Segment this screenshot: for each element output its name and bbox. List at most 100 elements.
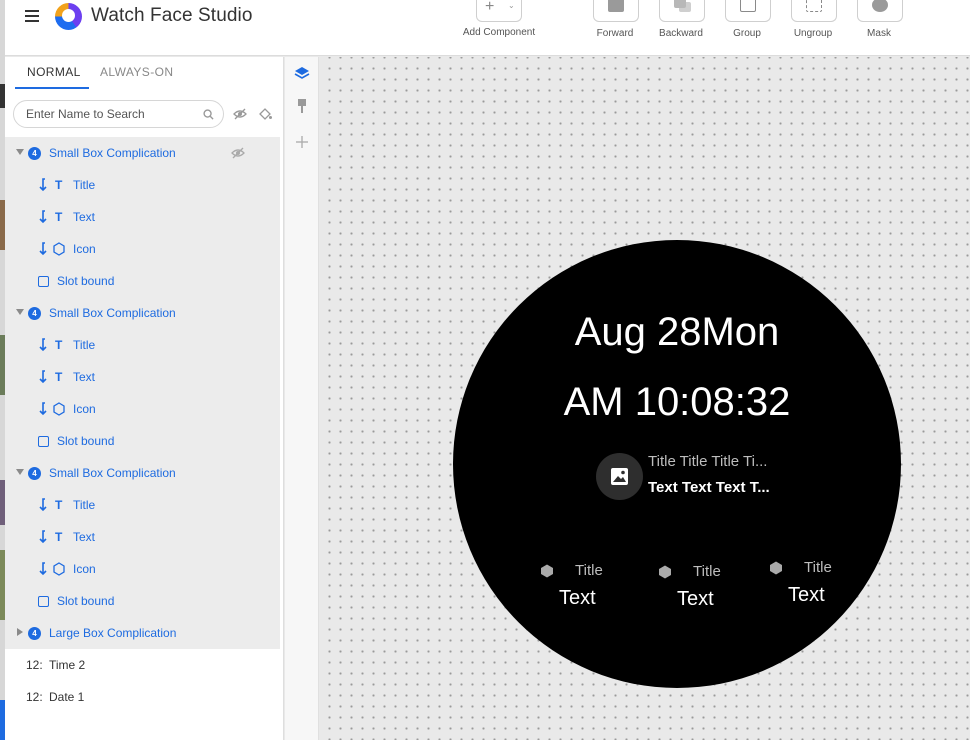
- chevron-down-icon: ⌄: [508, 1, 515, 10]
- layer-label: Date 1: [49, 690, 85, 704]
- linked-arrow-icon: [39, 178, 47, 192]
- tab-normal[interactable]: NORMAL: [27, 65, 81, 79]
- layer-label: Text: [73, 210, 96, 224]
- search-icon[interactable]: [203, 109, 214, 120]
- paint-bucket-icon[interactable]: [258, 108, 272, 120]
- complication-badge: 4: [28, 307, 41, 320]
- watch-face-preview[interactable]: Aug 28Mon AM 10:08:32 Title Title Title …: [453, 240, 901, 688]
- group-label: Group: [733, 28, 761, 39]
- layer-row-text[interactable]: T Text: [5, 361, 280, 393]
- layer-row-time[interactable]: 12: Time 2: [5, 649, 280, 681]
- layer-label: Text: [73, 370, 96, 384]
- layer-row-small-box-complication[interactable]: 4 Small Box Complication: [5, 137, 280, 169]
- image-icon: [611, 468, 628, 485]
- layer-row-text[interactable]: T Text: [5, 201, 280, 233]
- layer-row-slot-bound[interactable]: Slot bound: [5, 425, 280, 457]
- layers-icon[interactable]: [294, 65, 310, 81]
- small-complication-text[interactable]: Text: [788, 584, 825, 607]
- top-bar: Watch Face Studio + ⌄ Add Component Forwa…: [5, 0, 970, 56]
- tab-always-on[interactable]: ALWAYS-ON: [100, 65, 173, 79]
- small-complication-text[interactable]: Text: [559, 587, 596, 610]
- layer-label: Slot bound: [57, 594, 115, 608]
- collapse-caret-icon[interactable]: [16, 149, 24, 155]
- layer-label: Large Box Complication: [49, 626, 177, 640]
- visibility-eye-icon[interactable]: [231, 147, 245, 159]
- layer-row-large-box-complication[interactable]: 4 Large Box Complication: [5, 617, 280, 649]
- linked-arrow-icon: [39, 242, 47, 256]
- layer-label: Text: [73, 530, 96, 544]
- small-complication-title[interactable]: Title: [693, 563, 721, 580]
- layer-tree: 4 Small Box Complication T Title T Text …: [5, 137, 280, 713]
- collapse-caret-icon[interactable]: [16, 309, 24, 315]
- brush-icon[interactable]: [294, 98, 310, 114]
- complication-badge: 4: [28, 467, 41, 480]
- hexagon-icon: [659, 565, 671, 579]
- collapse-caret-icon[interactable]: [16, 469, 24, 475]
- complication-badge: 4: [28, 627, 41, 640]
- group-button[interactable]: Group: [717, 0, 777, 56]
- linked-arrow-icon: [39, 498, 47, 512]
- mask-button[interactable]: Mask: [849, 0, 909, 56]
- slot-bound-square-icon: [38, 436, 49, 447]
- hide-all-eye-icon[interactable]: [233, 108, 247, 120]
- time-display[interactable]: AM 10:08:32: [453, 380, 901, 425]
- layer-row-slot-bound[interactable]: Slot bound: [5, 265, 280, 297]
- layer-row-icon[interactable]: Icon: [5, 553, 280, 585]
- ungroup-button[interactable]: Ungroup: [783, 0, 843, 56]
- layer-row-title[interactable]: T Title: [5, 169, 280, 201]
- search-input[interactable]: [26, 106, 196, 122]
- mask-label: Mask: [867, 28, 891, 39]
- hexagon-icon: [53, 562, 65, 576]
- layer-label: Title: [73, 338, 96, 352]
- forward-icon: [608, 0, 624, 12]
- linked-arrow-icon: [39, 338, 47, 352]
- add-icon[interactable]: [294, 134, 310, 150]
- forward-label: Forward: [596, 28, 634, 39]
- date-display[interactable]: Aug 28Mon: [453, 310, 901, 355]
- app-logo-icon: [55, 3, 82, 30]
- large-complication-icon[interactable]: [596, 453, 643, 500]
- text-type-icon: T: [55, 370, 63, 384]
- linked-arrow-icon: [39, 210, 47, 224]
- hexagon-icon: [541, 564, 553, 578]
- linked-arrow-icon: [39, 562, 47, 576]
- small-complication-text[interactable]: Text: [677, 588, 714, 611]
- layer-row-date[interactable]: 12: Date 1: [5, 681, 280, 713]
- digital-clock-icon: 12:: [26, 690, 43, 704]
- layer-row-text[interactable]: T Text: [5, 521, 280, 553]
- side-tool-strip: [285, 57, 319, 740]
- layer-label: Small Box Complication: [49, 306, 176, 320]
- design-canvas[interactable]: Aug 28Mon AM 10:08:32 Title Title Title …: [320, 57, 970, 740]
- layer-row-small-box-complication[interactable]: 4 Small Box Complication: [5, 457, 280, 489]
- ungroup-icon: [806, 0, 822, 12]
- hamburger-icon[interactable]: [25, 10, 39, 24]
- digital-clock-icon: 12:: [26, 658, 43, 672]
- small-complication-title[interactable]: Title: [804, 559, 832, 576]
- backward-button[interactable]: Backward: [651, 0, 711, 56]
- text-type-icon: T: [55, 338, 63, 352]
- layer-row-icon[interactable]: Icon: [5, 393, 280, 425]
- active-tab-indicator: [15, 87, 89, 89]
- layer-label: Slot bound: [57, 434, 115, 448]
- add-component-button[interactable]: + ⌄ Add Component: [457, 0, 541, 56]
- large-complication-text[interactable]: Text Text Text T...: [648, 479, 770, 496]
- layers-panel: NORMAL ALWAYS-ON 4 Small Box Complicatio…: [5, 57, 284, 740]
- layer-label: Icon: [73, 242, 96, 256]
- layer-label: Title: [73, 178, 96, 192]
- group-icon: [740, 0, 756, 12]
- linked-arrow-icon: [39, 530, 47, 544]
- forward-button[interactable]: Forward: [585, 0, 645, 56]
- linked-arrow-icon: [39, 370, 47, 384]
- layer-row-small-box-complication[interactable]: 4 Small Box Complication: [5, 297, 280, 329]
- layer-row-icon[interactable]: Icon: [5, 233, 280, 265]
- layer-row-title[interactable]: T Title: [5, 329, 280, 361]
- text-type-icon: T: [55, 530, 63, 544]
- layer-row-slot-bound[interactable]: Slot bound: [5, 585, 280, 617]
- expand-caret-icon[interactable]: [17, 628, 23, 636]
- text-type-icon: T: [55, 498, 63, 512]
- large-complication-title[interactable]: Title Title Title Ti...: [648, 453, 767, 470]
- ungroup-label: Ungroup: [793, 28, 833, 39]
- small-complication-title[interactable]: Title: [575, 562, 603, 579]
- linked-arrow-icon: [39, 402, 47, 416]
- layer-row-title[interactable]: T Title: [5, 489, 280, 521]
